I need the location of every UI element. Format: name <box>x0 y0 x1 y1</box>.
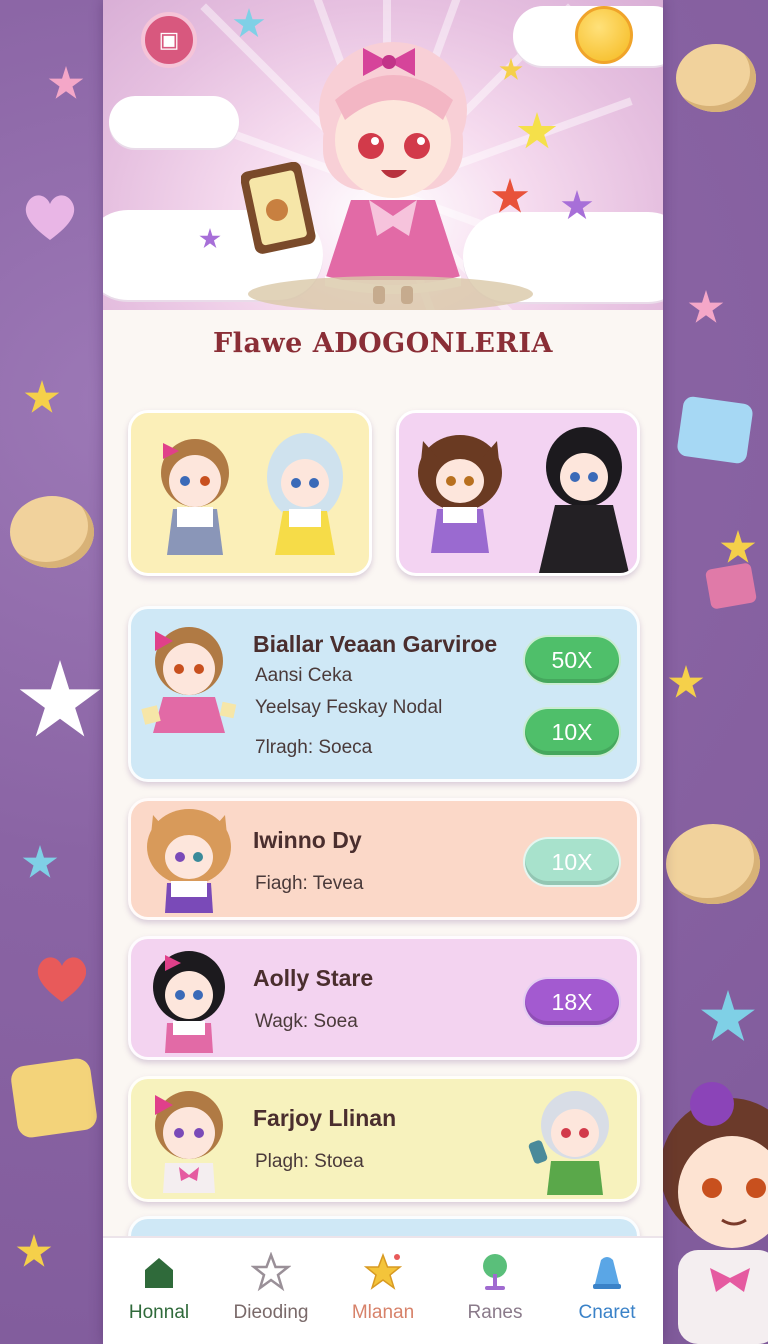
mascot-shadow <box>248 276 533 310</box>
nav-label: Mlanan <box>351 1302 415 1323</box>
star-decoration <box>48 66 84 99</box>
item-detail: Yeelsay Feskay Nodal <box>255 697 443 718</box>
star-icon <box>363 1252 403 1292</box>
character-avatar <box>418 435 502 553</box>
item-title: Iwinno Dy <box>253 827 362 853</box>
nav-label: Ranes <box>467 1302 523 1323</box>
hero-banner: ▣ <box>103 0 663 310</box>
multiplier-button-10x[interactable]: 10X <box>523 707 621 757</box>
item-meta: Wagk: Soea <box>255 1011 358 1032</box>
home-icon <box>139 1252 179 1292</box>
nav-cnaret[interactable]: Cnaret <box>557 1252 657 1324</box>
item-title: Biallar Veaan Garviroe <box>253 631 498 657</box>
nav-home[interactable]: Honnal <box>109 1252 209 1324</box>
character-avatar <box>267 433 343 555</box>
star-decoration <box>688 290 724 323</box>
star-decoration <box>24 380 60 413</box>
character-avatar <box>147 809 231 913</box>
tree-icon <box>475 1252 515 1292</box>
nav-ranes[interactable]: Ranes <box>445 1252 545 1324</box>
list-item[interactable]: Biallar Veaan Garviroe Aansi Ceka Yeelsa… <box>128 606 640 782</box>
star-decoration <box>701 990 755 1041</box>
featured-card-1[interactable] <box>128 410 372 576</box>
character-avatar <box>528 1091 609 1195</box>
list-item[interactable]: Iwinno Dy Fiagh: Tevea 10X <box>128 798 640 920</box>
creature-decoration <box>666 824 760 904</box>
multiplier-button-50x[interactable]: 50X <box>523 635 621 685</box>
star-decoration <box>668 665 704 698</box>
star-decoration <box>16 1234 52 1267</box>
bell-icon <box>587 1252 627 1292</box>
bottom-navigation: Honnal Dieoding Mlanan Ranes Cnaret <box>103 1236 663 1344</box>
nav-label: Dieoding <box>233 1302 309 1323</box>
multiplier-button-18x[interactable]: 18X <box>523 977 621 1027</box>
tablet-illustration <box>241 162 316 254</box>
character-avatar <box>161 439 229 555</box>
featured-card-2[interactable] <box>396 410 640 576</box>
character-avatar <box>155 1091 223 1193</box>
item-title: Aolly Stare <box>253 965 374 991</box>
character-decoration <box>660 1082 768 1344</box>
character-avatar <box>539 427 629 573</box>
heart-decoration <box>22 192 78 242</box>
cloud-decoration <box>109 96 239 148</box>
creature-decoration <box>9 1056 99 1140</box>
creature-decoration <box>676 44 756 112</box>
app-title: Flawe ADOGONLERIA <box>213 328 553 359</box>
item-title: Farjoy Llinan <box>253 1105 397 1131</box>
character-avatar <box>141 627 237 733</box>
sticker-decoration <box>704 562 758 610</box>
nav-mlanan[interactable]: Mlanan <box>333 1252 433 1324</box>
creature-decoration <box>676 395 754 465</box>
star-decoration <box>22 845 58 878</box>
gallery-icon[interactable]: ▣ <box>141 12 197 68</box>
star-decoration <box>491 178 529 213</box>
nav-label: Honnal <box>128 1302 190 1323</box>
nav-discovering[interactable]: Dieoding <box>221 1251 321 1324</box>
creature-decoration <box>10 496 94 568</box>
star-outline-icon <box>250 1251 292 1292</box>
item-meta: Plagh: Stoea <box>255 1151 364 1172</box>
item-meta: Fiagh: Tevea <box>255 873 364 894</box>
star-decoration <box>19 660 101 737</box>
sun-decoration <box>575 6 633 64</box>
heart-decoration <box>34 954 86 1002</box>
multiplier-button-10x[interactable]: 10X <box>523 837 621 887</box>
star-decoration <box>720 530 756 563</box>
app-screen: ▣ Flawe ADOGONLERIA Biallar Veaan Garvir… <box>103 0 663 1344</box>
list-item[interactable]: Farjoy Llinan Plagh: Stoea <box>128 1076 640 1202</box>
list-item[interactable]: Aolly Stare Wagk: Soea 18X <box>128 936 640 1060</box>
item-meta: 7lragh: Soeca <box>255 737 373 758</box>
item-subtitle: Aansi Ceka <box>255 665 353 686</box>
character-avatar <box>153 951 225 1053</box>
nav-label: Cnaret <box>578 1302 636 1323</box>
mascot-character <box>319 42 467 304</box>
